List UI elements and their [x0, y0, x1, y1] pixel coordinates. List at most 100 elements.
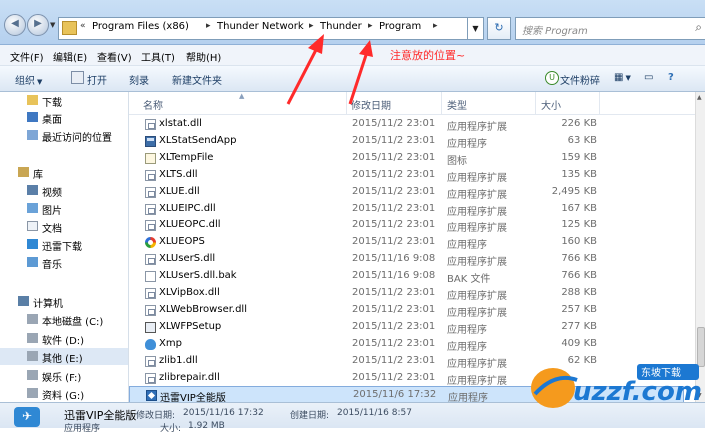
help-button[interactable]: ? — [668, 72, 674, 83]
details-created-value: 2015/11/16 8:57 — [337, 408, 412, 418]
breadcrumb-chevron-icon[interactable]: ▸ — [206, 21, 211, 31]
file-row[interactable]: XLUE.dll 2015/11/2 23:01 应用程序扩展 2,495 KB — [129, 184, 684, 201]
breadcrumb-thunder[interactable]: Thunder — [320, 21, 362, 32]
breadcrumb-chevron-icon[interactable]: ▸ — [309, 21, 314, 31]
search-icon[interactable]: ⌕ — [695, 20, 702, 35]
column-modified[interactable]: 修改日期 — [351, 97, 391, 112]
refresh-button[interactable]: ↻ — [487, 17, 511, 40]
file-row[interactable]: XLUEIPC.dll 2015/11/2 23:01 应用程序扩展 167 KB — [129, 201, 684, 218]
uzzf-watermark-logo: uzzf.com 东坡下载 — [531, 364, 702, 408]
nav-item-computer[interactable]: 计算机 — [0, 293, 128, 310]
open-button[interactable]: 打开 — [87, 72, 107, 87]
view-icon: ▦ — [614, 72, 624, 83]
file-row[interactable]: xlstat.dll 2015/11/2 23:01 应用程序扩展 226 KB — [129, 116, 684, 133]
dll-file-icon — [145, 119, 156, 130]
nav-item-pictures[interactable]: 图片 — [0, 200, 128, 217]
nav-item-libraries[interactable]: 库 — [0, 164, 128, 181]
breadcrumb-thunder-network[interactable]: Thunder Network — [217, 21, 304, 32]
file-row[interactable]: XLTempFile 2015/11/2 23:01 图标 159 KB — [129, 150, 684, 167]
new-folder-button[interactable]: 新建文件夹 — [172, 72, 222, 87]
dll-file-icon — [145, 220, 156, 232]
file-modified: 2015/11/2 23:01 — [352, 337, 436, 349]
file-row[interactable]: XLWFPSetup 2015/11/2 23:01 应用程序 277 KB — [129, 319, 684, 336]
dll-file-icon — [145, 372, 156, 384]
details-modified-label: 修改日期: — [136, 411, 176, 421]
organize-button[interactable]: 组织 ▼ — [15, 72, 42, 87]
breadcrumb-program[interactable]: Program — [379, 21, 421, 32]
scroll-up-icon[interactable]: ▲ — [697, 94, 702, 101]
nav-item-recent-places[interactable]: 最近访问的位置 — [0, 127, 128, 144]
breadcrumb-chevron-icon[interactable]: ▸ — [368, 21, 373, 31]
menu-tools[interactable]: 工具(T) — [141, 49, 175, 64]
dll-file-icon — [145, 288, 156, 299]
file-name: zlib1.dll — [159, 354, 198, 366]
file-size: 288 KB — [561, 287, 597, 298]
thunder-app-icon: ✈ — [14, 407, 40, 427]
nav-item-drive-d[interactable]: 软件 (D:) — [0, 330, 128, 347]
search-placeholder: 搜索 Program — [522, 26, 588, 37]
file-row[interactable]: XLWebBrowser.dll 2015/11/2 23:01 应用程序扩展 257… — [129, 302, 684, 319]
dll-file-icon — [145, 169, 156, 181]
file-row[interactable]: XLTS.dll 2015/11/2 23:01 应用程序扩展 135 KB — [129, 167, 684, 184]
command-bar: 组织 ▼ 打开 刻录 新建文件夹 U 文件粉碎 ▦ ▼ ▭ ? — [0, 66, 705, 92]
file-type: 应用程序 — [448, 393, 488, 402]
menu-view[interactable]: 查看(V) — [97, 49, 132, 64]
column-size[interactable]: 大小 — [541, 97, 561, 112]
vertical-scrollbar[interactable]: ▲ ▼ — [695, 92, 705, 402]
forward-button[interactable]: ▶ — [27, 14, 49, 36]
file-size: 160 KB — [561, 236, 597, 248]
nav-item-drive-f[interactable]: 娱乐 (F:) — [0, 367, 128, 384]
back-arrow-icon: ◀ — [11, 18, 19, 29]
column-divider[interactable] — [441, 92, 442, 114]
breadcrumb-program-files[interactable]: Program Files (x86) — [92, 21, 189, 32]
nav-item-drive-c[interactable]: 本地磁盘 (C:) — [0, 311, 128, 328]
column-divider[interactable] — [599, 92, 600, 114]
organize-label: 组织 — [15, 76, 35, 87]
nav-label: 下载 — [42, 98, 62, 109]
file-name: XLUEIPC.dll — [159, 202, 216, 214]
file-row[interactable]: XLUEOPC.dll 2015/11/2 23:01 应用程序扩展 125 KB — [129, 217, 684, 234]
nav-item-downloads[interactable]: 下载 — [0, 92, 128, 109]
nav-item-thunder-download[interactable]: 迅雷下载 — [0, 236, 128, 253]
file-name: 迅雷VIP全能版 — [160, 393, 226, 402]
file-row[interactable]: Xmp 2015/11/2 23:01 应用程序 409 KB — [129, 336, 684, 353]
column-divider[interactable] — [535, 92, 536, 114]
nav-item-videos[interactable]: 视频 — [0, 182, 128, 199]
details-file-type: 应用程序 — [64, 424, 101, 434]
back-button[interactable]: ◀ — [4, 14, 26, 36]
column-type[interactable]: 类型 — [447, 97, 467, 112]
view-options-button[interactable]: ▦ ▼ — [614, 72, 631, 83]
nav-item-drive-g[interactable]: 资料 (G:) — [0, 385, 128, 402]
file-shred-button[interactable]: 文件粉碎 — [560, 72, 600, 87]
menu-help[interactable]: 帮助(H) — [186, 49, 221, 64]
burn-button[interactable]: 刻录 — [129, 72, 149, 87]
nav-label: 视频 — [42, 188, 62, 199]
nav-label: 迅雷下载 — [42, 242, 82, 253]
file-row[interactable]: XLUserS.dll.bak 2015/11/16 9:08 BAK 文件 766 … — [129, 268, 684, 285]
file-row[interactable]: XLUEOPS 2015/11/2 23:01 应用程序 160 KB — [129, 234, 684, 251]
file-size: 766 KB — [561, 270, 597, 282]
scrollbar-thumb[interactable] — [697, 327, 705, 367]
recent-places-icon — [27, 130, 38, 140]
recent-pages-dropdown-icon[interactable]: ▼ — [50, 21, 55, 29]
nav-label: 图片 — [42, 206, 62, 217]
file-row[interactable]: XLVipBox.dll 2015/11/2 23:01 应用程序扩展 288 KB — [129, 285, 684, 302]
file-row[interactable]: XLUserS.dll 2015/11/16 9:08 应用程序扩展 766 KB — [129, 251, 684, 268]
search-input[interactable]: 搜索 Program ⌕ — [515, 17, 705, 40]
nav-item-drive-e[interactable]: 其他 (E:) — [0, 348, 128, 365]
address-input[interactable]: « Program Files (x86) ▸ Thunder Network … — [58, 17, 468, 40]
preview-pane-button[interactable]: ▭ — [644, 72, 653, 83]
file-row[interactable]: XLStatSendApp 2015/11/2 23:01 应用程序 63 KB — [129, 133, 684, 150]
column-name[interactable]: 名称 — [143, 97, 163, 112]
breadcrumb-chevron-icon[interactable]: ▸ — [433, 21, 438, 31]
address-dropdown-icon[interactable]: ▼ — [468, 17, 484, 40]
nav-item-desktop[interactable]: 桌面 — [0, 109, 128, 126]
menu-edit[interactable]: 编辑(E) — [53, 49, 87, 64]
file-size: 257 KB — [561, 303, 597, 315]
menu-file[interactable]: 文件(F) — [10, 49, 44, 64]
nav-item-documents[interactable]: 文档 — [0, 218, 128, 235]
column-divider[interactable] — [346, 92, 347, 114]
nav-label: 桌面 — [42, 115, 62, 126]
nav-item-music[interactable]: 音乐 — [0, 254, 128, 271]
breadcrumb-overflow[interactable]: « — [80, 21, 86, 31]
